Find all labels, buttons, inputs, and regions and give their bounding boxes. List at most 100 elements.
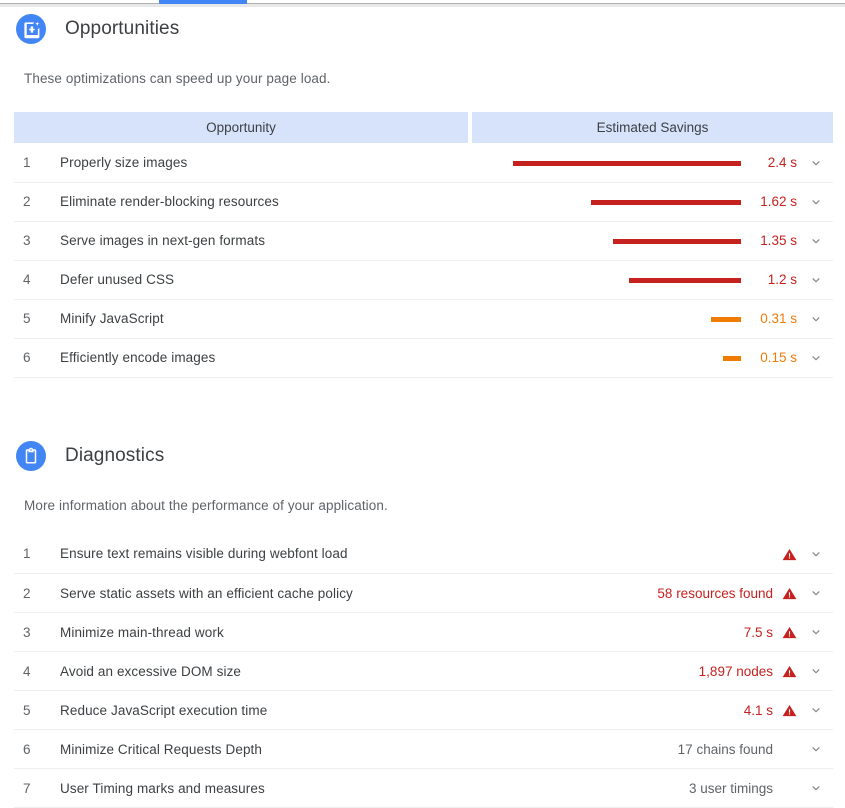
section-spacer <box>0 378 845 434</box>
savings-bar-track <box>513 312 741 326</box>
active-tab-indicator[interactable] <box>159 0 247 4</box>
savings-bar <box>723 356 741 361</box>
diagnostics-table-body: 1Ensure text remains visible during webf… <box>14 535 833 808</box>
table-row[interactable]: 2Serve static assets with an efficient c… <box>14 574 833 613</box>
row-index: 5 <box>14 299 47 338</box>
warning-triangle-icon <box>782 547 797 562</box>
opportunity-label[interactable]: Properly size images <box>47 143 470 182</box>
row-index: 1 <box>14 143 47 182</box>
estimated-savings-cell: 1.35 s <box>470 221 833 260</box>
savings-bar-track <box>513 234 741 248</box>
savings-bar <box>513 161 741 166</box>
opportunities-header: Opportunities <box>0 7 845 51</box>
diagnostic-value-cell: 17 chains found <box>546 730 833 769</box>
diagnostic-value: 3 user timings <box>689 781 773 796</box>
opportunity-label[interactable]: Minify JavaScript <box>47 299 470 338</box>
diagnostic-value-cell: 58 resources found <box>546 574 833 613</box>
image-sparkle-icon <box>16 14 46 44</box>
row-index: 4 <box>14 260 47 299</box>
chevron-down-icon[interactable] <box>809 195 823 209</box>
status-icon-placeholder <box>782 781 797 796</box>
chevron-down-icon[interactable] <box>809 586 823 600</box>
opportunities-table: Opportunity Estimated Savings 1Properly … <box>14 112 833 378</box>
chevron-down-icon[interactable] <box>809 312 823 326</box>
table-row[interactable]: 5Minify JavaScript 0.31 s <box>14 299 833 338</box>
table-row[interactable]: 4Defer unused CSS 1.2 s <box>14 260 833 299</box>
estimated-savings-cell: 0.15 s <box>470 338 833 377</box>
opportunity-label[interactable]: Efficiently encode images <box>47 338 470 377</box>
diagnostic-value: 58 resources found <box>657 586 773 601</box>
table-row[interactable]: 3Serve images in next-gen formats1.35 s <box>14 221 833 260</box>
warning-triangle-icon <box>782 664 797 679</box>
chevron-down-icon[interactable] <box>809 156 823 170</box>
table-row[interactable]: 5Reduce JavaScript execution time4.1 s <box>14 691 833 730</box>
savings-bar-track <box>513 273 741 287</box>
diagnostic-value: 7.5 s <box>744 625 773 640</box>
opportunity-label[interactable]: Defer unused CSS <box>47 260 470 299</box>
warning-triangle-icon <box>782 703 797 718</box>
savings-value: 2.4 s <box>753 155 797 170</box>
table-row[interactable]: 6Minimize Critical Requests Depth 17 chai… <box>14 730 833 769</box>
chevron-down-icon[interactable] <box>809 703 823 717</box>
opportunity-label[interactable]: Serve images in next-gen formats <box>47 221 470 260</box>
diagnostic-label[interactable]: Ensure text remains visible during webfo… <box>47 535 546 574</box>
opportunities-table-header: Opportunity Estimated Savings <box>14 112 833 143</box>
diagnostic-label[interactable]: Minimize Critical Requests Depth <box>47 730 546 769</box>
column-header-estimated-savings: Estimated Savings <box>470 112 833 143</box>
warning-triangle-icon <box>782 586 797 601</box>
diagnostic-value-cell: 3 user timings <box>546 769 833 808</box>
column-header-opportunity: Opportunity <box>14 112 470 143</box>
table-row[interactable]: 6Efficiently encode images0.15 s <box>14 338 833 377</box>
savings-bar <box>613 239 741 244</box>
chevron-down-icon[interactable] <box>809 351 823 365</box>
diagnostics-header: Diagnostics <box>0 434 845 478</box>
estimated-savings-cell: 2.4 s <box>470 143 833 182</box>
chevron-down-icon[interactable] <box>809 664 823 678</box>
opportunities-table-body: 1Properly size images 2.4 s 2Eliminate ren… <box>14 143 833 377</box>
page-title: Opportunities <box>65 18 179 40</box>
diagnostic-label[interactable]: Reduce JavaScript execution time <box>47 691 546 730</box>
diagnostic-value-cell <box>546 535 833 574</box>
chevron-down-icon[interactable] <box>809 547 823 561</box>
estimated-savings-cell: 1.2 s <box>470 260 833 299</box>
savings-bar-track <box>513 195 741 209</box>
row-index: 2 <box>14 574 47 613</box>
chevron-down-icon[interactable] <box>809 625 823 639</box>
savings-value: 0.15 s <box>753 350 797 365</box>
clipboard-icon <box>16 441 46 471</box>
row-index: 6 <box>14 730 47 769</box>
table-row[interactable]: 4Avoid an excessive DOM size1,897 nodes <box>14 652 833 691</box>
savings-value: 1.2 s <box>753 272 797 287</box>
table-row[interactable]: 2Eliminate render-blocking resources 1.62… <box>14 182 833 221</box>
row-index: 3 <box>14 221 47 260</box>
row-index: 2 <box>14 182 47 221</box>
diagnostic-value-cell: 1,897 nodes <box>546 652 833 691</box>
table-row[interactable]: 7User Timing marks and measures 3 user ti… <box>14 769 833 808</box>
report-body: Opportunities These optimizations can sp… <box>0 7 845 808</box>
savings-value: 0.31 s <box>753 311 797 326</box>
diagnostic-value-cell: 7.5 s <box>546 613 833 652</box>
diagnostic-value: 17 chains found <box>678 742 773 757</box>
status-icon-placeholder <box>782 742 797 757</box>
chevron-down-icon[interactable] <box>809 742 823 756</box>
opportunities-description: These optimizations can speed up your pa… <box>0 71 845 86</box>
chevron-down-icon[interactable] <box>809 234 823 248</box>
savings-bar-track <box>513 156 741 170</box>
savings-value: 1.62 s <box>753 194 797 209</box>
diagnostic-label[interactable]: Minimize main-thread work <box>47 613 546 652</box>
table-row[interactable]: 3Minimize main-thread work7.5 s <box>14 613 833 652</box>
diagnostics-description: More information about the performance o… <box>0 498 845 513</box>
savings-bar <box>711 317 741 322</box>
diagnostic-label[interactable]: User Timing marks and measures <box>47 769 546 808</box>
estimated-savings-cell: 1.62 s <box>470 182 833 221</box>
row-index: 4 <box>14 652 47 691</box>
diagnostic-label[interactable]: Serve static assets with an efficient ca… <box>47 574 546 613</box>
opportunity-label[interactable]: Eliminate render-blocking resources <box>47 182 470 221</box>
table-row[interactable]: 1Ensure text remains visible during webf… <box>14 535 833 574</box>
table-row[interactable]: 1Properly size images 2.4 s <box>14 143 833 182</box>
diagnostic-label[interactable]: Avoid an excessive DOM size <box>47 652 546 691</box>
chevron-down-icon[interactable] <box>809 273 823 287</box>
chevron-down-icon[interactable] <box>809 781 823 795</box>
opportunities-section: Opportunities These optimizations can sp… <box>0 7 845 378</box>
row-index: 7 <box>14 769 47 808</box>
